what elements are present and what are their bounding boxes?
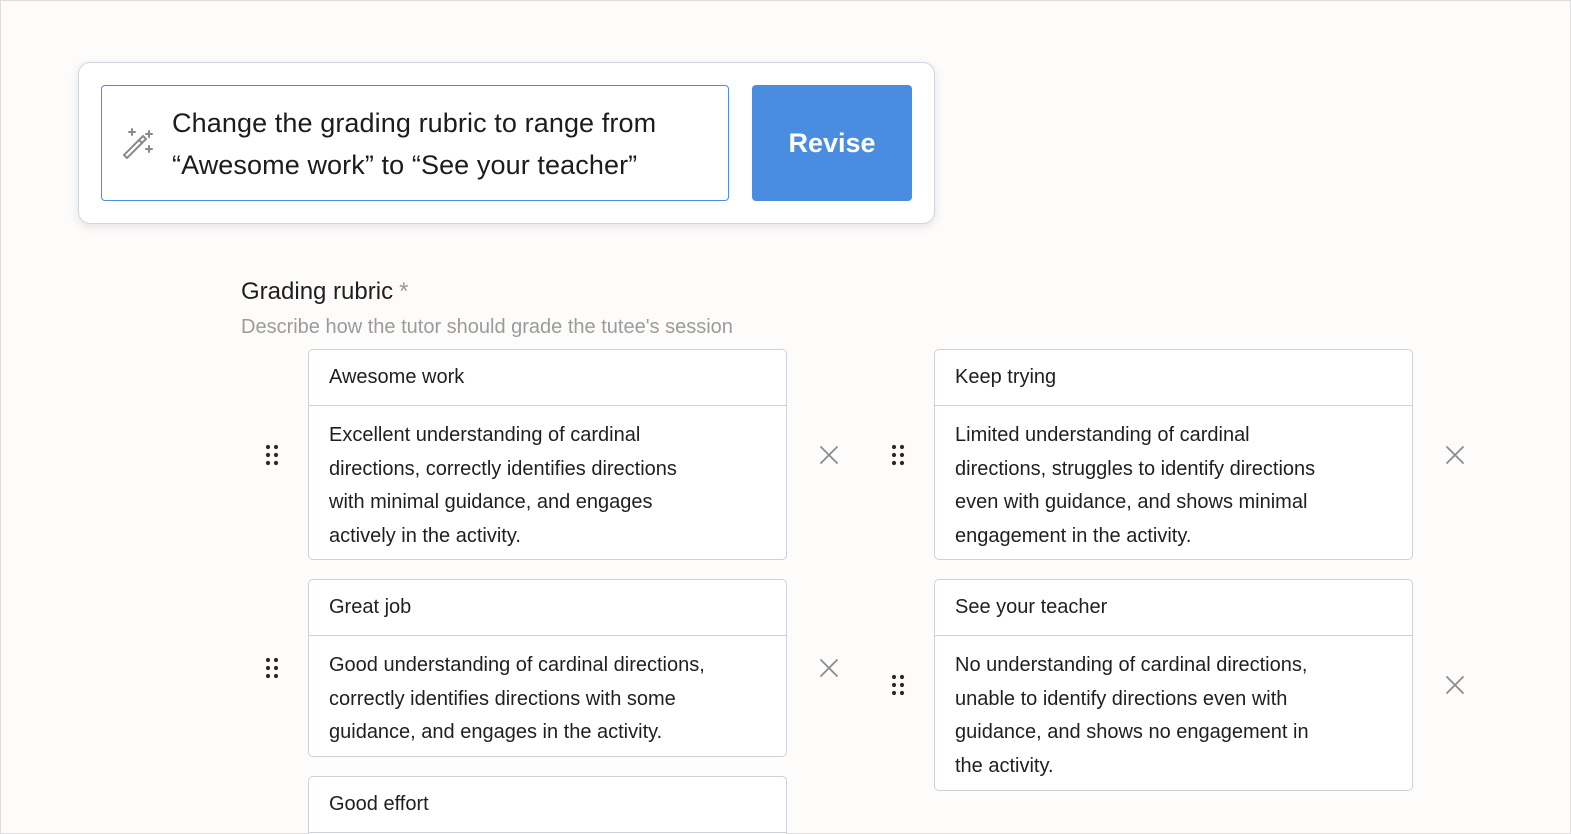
rubric-card: Great job Good understanding of cardinal… — [308, 579, 787, 757]
description-line: No understanding of cardinal directions, — [955, 654, 1308, 676]
rubric-card-title[interactable]: Keep trying — [935, 350, 1412, 406]
drag-handle-icon[interactable] — [891, 444, 905, 466]
description-line: the activity. — [955, 754, 1054, 777]
rubric-card-description[interactable]: Excellent understanding of cardinal dire… — [309, 406, 786, 553]
close-icon[interactable] — [1445, 445, 1465, 465]
drag-handle-icon[interactable] — [891, 674, 905, 696]
magic-wand-icon — [123, 128, 153, 159]
rubric-title-text: Grading rubric — [241, 278, 394, 305]
revise-prompt-input[interactable]: Change the grading rubric to range from … — [101, 85, 729, 201]
description-line: guidance, and shows no engagement in — [955, 721, 1309, 743]
description-line: with minimal guidance, and engages — [329, 491, 653, 513]
rubric-title: Grading rubric * — [241, 278, 408, 306]
rubric-card: See your teacher No understanding of car… — [934, 579, 1413, 791]
rubric-card-title[interactable]: Good effort — [309, 777, 786, 833]
close-icon[interactable] — [819, 445, 839, 465]
drag-handle-icon[interactable] — [265, 657, 279, 679]
revise-prompt-line: Change the grading rubric to range from — [172, 108, 657, 138]
description-line: directions, correctly identifies directi… — [329, 457, 677, 480]
rubric-card-title[interactable]: Awesome work — [309, 350, 786, 406]
description-line: even with guidance, and shows minimal — [955, 491, 1308, 513]
description-line: correctly identifies directions with som… — [329, 687, 676, 710]
rubric-card-title[interactable]: Great job — [309, 580, 786, 636]
rubric-card-description[interactable]: Limited understanding of cardinal direct… — [935, 406, 1412, 553]
revise-panel: Change the grading rubric to range from … — [78, 62, 935, 224]
description-line: Excellent understanding of cardinal — [329, 424, 641, 446]
drag-handle-icon[interactable] — [265, 444, 279, 466]
rubric-card: Good effort — [308, 776, 787, 834]
revise-prompt-text: Change the grading rubric to range from … — [172, 102, 717, 186]
rubric-card-description[interactable]: Good understanding of cardinal direction… — [309, 636, 786, 750]
rubric-card-title[interactable]: See your teacher — [935, 580, 1412, 636]
rubric-description: Describe how the tutor should grade the … — [241, 316, 733, 338]
description-line: actively in the activity. — [329, 524, 521, 547]
description-line: guidance, and engages in the activity. — [329, 721, 663, 743]
required-marker: * — [399, 278, 409, 305]
rubric-card-description[interactable]: No understanding of cardinal directions,… — [935, 636, 1412, 783]
description-line: engagement in the activity. — [955, 524, 1192, 547]
close-icon[interactable] — [1445, 675, 1465, 695]
description-line: Limited understanding of cardinal — [955, 424, 1250, 446]
rubric-card: Keep trying Limited understanding of car… — [934, 349, 1413, 560]
close-icon[interactable] — [819, 658, 839, 678]
revise-prompt-line: “Awesome work” to “See your teacher” — [172, 150, 638, 180]
rubric-card: Awesome work Excellent understanding of … — [308, 349, 787, 560]
revise-button[interactable]: Revise — [752, 85, 912, 201]
description-line: Good understanding of cardinal direction… — [329, 654, 705, 676]
description-line: directions, struggles to identify direct… — [955, 457, 1316, 480]
description-line: unable to identify directions even with — [955, 687, 1288, 710]
